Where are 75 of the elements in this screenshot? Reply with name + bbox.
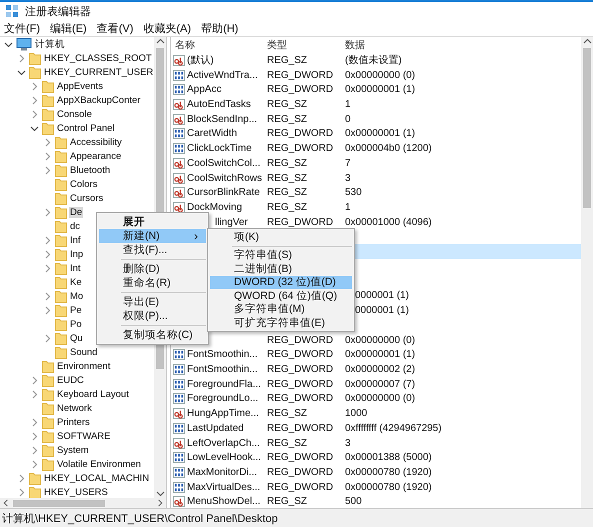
value-data: 0x000004b0 (1200) (345, 143, 432, 154)
value-type: REG_SZ (267, 54, 308, 66)
value-data: 0x00000001 (1) (345, 128, 416, 140)
value-type: REG_DWORD (267, 482, 334, 493)
value-type: REG_DWORD (267, 466, 334, 478)
value-data: 0x00000007 (7) (345, 378, 416, 390)
value-name: ForegroundFla... (187, 378, 261, 390)
value-data: 0x00001000 (4096) (345, 216, 432, 228)
value-name: LeftOverlapCh... (187, 438, 260, 449)
value-type: REG_SZ (267, 187, 308, 198)
value-data: 3 (345, 172, 351, 184)
value-data: (数值未设置) (345, 54, 402, 68)
value-type: REG_SZ (267, 172, 308, 184)
value-data: 1 (345, 99, 351, 110)
value-type: REG_SZ (267, 99, 308, 110)
value-data: 0x00000002 (2) (345, 364, 416, 375)
value-name: FontSmoothin... (187, 364, 258, 375)
value-name: LastUpdated (187, 422, 244, 434)
value-name: BlockSendInp... (187, 114, 258, 125)
value-data: 1 (345, 202, 351, 214)
value-name: CoolSwitchCol... (187, 158, 260, 169)
value-data: 1000 (345, 408, 368, 420)
value-type: REG_SZ (267, 438, 308, 449)
value-name: ForegroundLo... (187, 393, 258, 404)
value-data: 0x00001388 (5000) (345, 452, 432, 464)
value-type: REG_SZ (267, 408, 308, 420)
value-data: 0xffffffff (4294967295) (345, 422, 442, 434)
value-name: HungAppTime... (187, 408, 259, 420)
value-data: 0000001 (1) (355, 305, 409, 316)
value-name: AutoEndTasks (187, 99, 251, 110)
value-name: LowLevelHook... (187, 452, 261, 464)
value-data: 0x00000000 (0) (345, 393, 416, 404)
value-type: REG_DWORD (267, 422, 334, 434)
value-name: AppAcc (187, 84, 222, 96)
value-type: REG_DWORD (267, 349, 334, 360)
value-type: REG_DWORD (267, 334, 334, 346)
value-type: REG_DWORD (267, 216, 334, 228)
value-type: REG_SZ (267, 114, 308, 125)
value-data: 0x00000780 (1920) (345, 466, 432, 478)
value-name: FontSmoothin... (187, 349, 258, 360)
value-data: 0x00000000 (0) (345, 334, 416, 346)
value-data: 0x00000000 (0) (345, 70, 416, 81)
value-type: REG_DWORD (267, 128, 334, 140)
value-data: 3 (345, 438, 351, 449)
value-name: llingVer (215, 216, 248, 228)
value-name: MenuShowDel... (187, 496, 260, 508)
status-path: 计算机\HKEY_CURRENT_USER\Control Panel\Desktop (2, 512, 278, 526)
value-type: REG_DWORD (267, 84, 334, 96)
value-data: 0x00000001 (1) (345, 84, 416, 96)
value-data: 500 (345, 496, 362, 508)
value-data: 530 (345, 187, 362, 198)
value-name: MaxMonitorDi... (187, 466, 258, 478)
value-name: MaxVirtualDes... (187, 482, 260, 493)
value-data: 0000001 (1) (355, 290, 409, 302)
value-type: REG_DWORD (267, 70, 334, 81)
value-name: CoolSwitchRows (187, 172, 262, 184)
value-type: REG_SZ (267, 202, 308, 214)
value-name: ClickLockTime (187, 143, 252, 154)
value-name: CaretWidth (187, 128, 238, 140)
value-type: REG_DWORD (267, 378, 334, 390)
value-data: 7 (345, 158, 351, 169)
value-name: DockMoving (187, 202, 242, 214)
value-type: REG_DWORD (267, 143, 334, 154)
value-type: REG_SZ (267, 496, 308, 508)
window-title: 注册表编辑器 (25, 4, 91, 18)
value-name: CursorBlinkRate (187, 187, 260, 198)
value-name: (默认) (187, 54, 214, 68)
value-type: REG_DWORD (267, 452, 334, 464)
value-type: REG_DWORD (267, 393, 334, 404)
value-type: REG_DWORD (267, 364, 334, 375)
value-name: ActiveWndTra... (187, 70, 258, 81)
value-data: 0x00000780 (1920) (345, 482, 432, 493)
value-data: 0x00000001 (1) (345, 349, 416, 360)
value-type: REG_SZ (267, 158, 308, 169)
value-data: 0 (345, 114, 351, 125)
